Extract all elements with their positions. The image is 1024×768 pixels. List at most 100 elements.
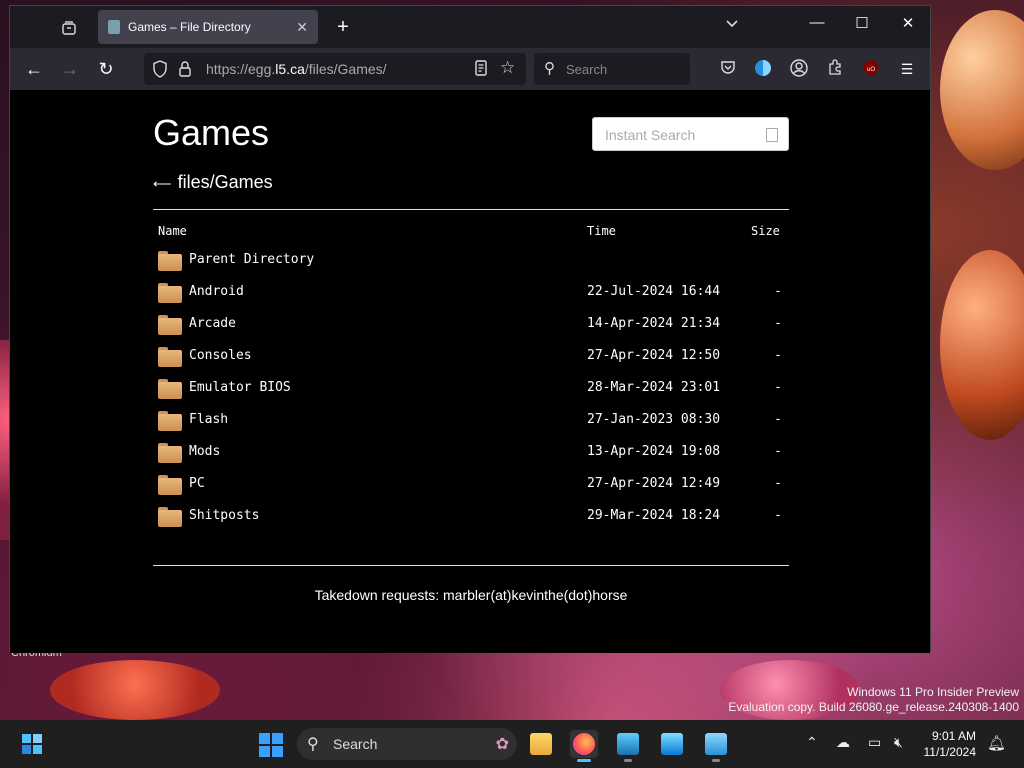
row-name[interactable]: Arcade xyxy=(189,316,236,331)
chevron-up-icon[interactable]: ⌃ xyxy=(806,734,818,751)
tab-games[interactable]: Games – File Directory ✕ xyxy=(98,10,318,44)
lock-icon[interactable] xyxy=(178,60,192,81)
back-icon[interactable]: ← xyxy=(22,57,46,81)
table-row[interactable]: Android 22-Jul-2024 16:44 - xyxy=(158,280,790,308)
clock[interactable]: 9:01 AM 11/1/2024 xyxy=(924,728,977,760)
back-arrow-icon: ⟵ xyxy=(153,176,172,191)
search-bar[interactable]: ⚲ Search xyxy=(534,53,690,85)
photos-icon[interactable] xyxy=(658,730,686,758)
row-size: - xyxy=(774,348,782,363)
row-size: - xyxy=(774,380,782,395)
keyboard-icon xyxy=(766,128,778,142)
tab-close-icon[interactable]: ✕ xyxy=(296,19,308,36)
row-name[interactable]: Android xyxy=(189,284,244,299)
row-name[interactable]: Flash xyxy=(189,412,228,427)
shield-icon[interactable] xyxy=(152,60,168,81)
extension-color-icon[interactable] xyxy=(753,59,773,79)
search-placeholder: Search xyxy=(566,62,608,77)
app-installer-icon[interactable] xyxy=(614,730,642,762)
page-content: Games ⟵ files/Games Name Time Size Parent… xyxy=(10,90,930,653)
row-time: 14-Apr-2024 21:34 xyxy=(587,316,721,331)
row-name[interactable]: Consoles xyxy=(189,348,252,363)
folder-icon xyxy=(158,443,182,463)
svg-text:uO: uO xyxy=(867,67,875,73)
folder-icon xyxy=(158,347,182,367)
row-size: - xyxy=(774,476,782,491)
taskbar: ⚲ Search ✿ ⌃ ☁ ▭ 🔇︎ 9:01 AM 11/1/2024 🔔︎ xyxy=(0,720,1024,768)
folder-icon xyxy=(158,411,182,431)
row-time: 27-Apr-2024 12:50 xyxy=(587,348,721,363)
folder-icon xyxy=(158,315,182,335)
menu-icon[interactable]: ☰ xyxy=(897,59,917,79)
divider-top xyxy=(153,209,789,210)
clock-time: 9:01 AM xyxy=(931,729,976,743)
new-tab-icon[interactable]: + xyxy=(332,16,354,39)
column-header-name[interactable]: Name xyxy=(158,224,187,238)
row-time: 27-Jan-2023 08:30 xyxy=(587,412,721,427)
browser-window: Games – File Directory ✕ + — ☐ ✕ ← → ↻ h… xyxy=(9,5,931,653)
ublock-origin-icon[interactable]: uO xyxy=(861,59,881,79)
table-row[interactable]: Flash 27-Jan-2023 08:30 - xyxy=(158,408,790,436)
row-name[interactable]: Parent Directory xyxy=(189,252,314,267)
row-name[interactable]: Emulator BIOS xyxy=(189,380,291,395)
folder-icon xyxy=(158,283,182,303)
volume-muted-icon[interactable]: 🔇︎ xyxy=(894,734,903,751)
taskbar-search-label: Search xyxy=(333,736,378,752)
start-icon[interactable] xyxy=(259,733,283,757)
breadcrumb-path: files/Games xyxy=(177,172,273,192)
folder-icon xyxy=(158,475,182,495)
row-name[interactable]: PC xyxy=(189,476,205,491)
breadcrumb[interactable]: ⟵ files/Games xyxy=(153,172,273,193)
search-highlight-icon: ✿ xyxy=(495,736,509,753)
row-time: 29-Mar-2024 18:24 xyxy=(587,508,721,523)
account-icon[interactable] xyxy=(789,59,809,79)
row-time: 27-Apr-2024 12:49 xyxy=(587,476,721,491)
column-header-size[interactable]: Size xyxy=(751,224,780,238)
notepad-icon[interactable] xyxy=(702,730,730,762)
row-name[interactable]: Mods xyxy=(189,444,220,459)
title-bar: Games – File Directory ✕ + — ☐ ✕ xyxy=(10,6,930,48)
widgets-icon[interactable] xyxy=(22,734,42,754)
chevron-down-icon[interactable] xyxy=(725,16,739,32)
instant-search-input[interactable] xyxy=(593,118,767,152)
reload-icon[interactable]: ↻ xyxy=(94,57,118,81)
os-watermark-line1: Windows 11 Pro Insider Preview xyxy=(847,685,1019,699)
maximize-icon[interactable]: ☐ xyxy=(847,14,877,32)
tab-overview-icon[interactable] xyxy=(58,17,80,39)
url-text[interactable]: https://egg.l5.ca/files/Games/ xyxy=(206,61,387,77)
table-row[interactable]: Mods 13-Apr-2024 19:08 - xyxy=(158,440,790,468)
pocket-icon[interactable] xyxy=(718,59,738,79)
row-time: 28-Mar-2024 23:01 xyxy=(587,380,721,395)
search-icon: ⚲ xyxy=(307,736,319,753)
extensions-puzzle-icon[interactable] xyxy=(825,59,845,79)
file-explorer-icon[interactable] xyxy=(527,730,555,758)
firefox-icon[interactable] xyxy=(570,730,598,762)
row-name[interactable]: Shitposts xyxy=(189,508,259,523)
table-row[interactable]: Consoles 27-Apr-2024 12:50 - xyxy=(158,344,790,372)
tab-title: Games – File Directory xyxy=(128,20,251,34)
reader-view-icon[interactable] xyxy=(474,60,488,79)
close-window-icon[interactable]: ✕ xyxy=(893,14,923,32)
table-row[interactable]: Shitposts 29-Mar-2024 18:24 - xyxy=(158,504,790,532)
table-row[interactable]: Parent Directory xyxy=(158,248,790,276)
notification-bell-icon[interactable]: 🔔︎ xyxy=(987,734,1006,752)
table-row[interactable]: Arcade 14-Apr-2024 21:34 - xyxy=(158,312,790,340)
bookmark-star-icon[interactable]: ☆ xyxy=(500,58,515,78)
folder-icon xyxy=(158,379,182,399)
row-size: - xyxy=(774,316,782,331)
onedrive-icon[interactable]: ☁ xyxy=(836,734,850,751)
table-row[interactable]: Emulator BIOS 28-Mar-2024 23:01 - xyxy=(158,376,790,404)
navigation-bar: ← → ↻ https://egg.l5.ca/files/Games/ ☆ ⚲… xyxy=(10,48,930,90)
clock-date: 11/1/2024 xyxy=(923,745,977,759)
minimize-icon[interactable]: — xyxy=(802,14,832,31)
favicon-icon xyxy=(108,20,120,34)
row-size: - xyxy=(774,444,782,459)
instant-search-box[interactable] xyxy=(592,117,789,152)
column-header-time[interactable]: Time xyxy=(587,224,616,238)
url-bar[interactable]: https://egg.l5.ca/files/Games/ ☆ xyxy=(144,53,526,85)
row-time: 13-Apr-2024 19:08 xyxy=(587,444,721,459)
table-row[interactable]: PC 27-Apr-2024 12:49 - xyxy=(158,472,790,500)
network-icon[interactable]: ▭ xyxy=(868,734,881,751)
forward-icon[interactable]: → xyxy=(58,57,82,81)
taskbar-search[interactable]: ⚲ Search ✿ xyxy=(297,728,517,760)
